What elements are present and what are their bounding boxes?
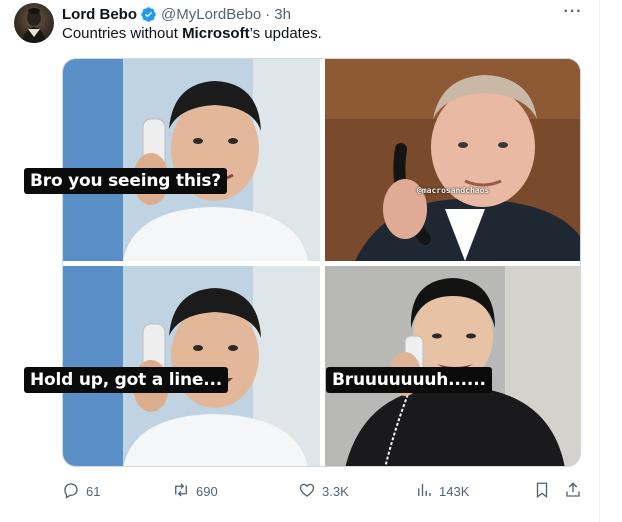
- verified-badge-icon[interactable]: [140, 6, 157, 23]
- meme-caption: Bro you seeing this?: [24, 168, 227, 194]
- share-button[interactable]: [564, 478, 588, 504]
- action-bar: 61 690 3.3K 143K: [62, 478, 582, 504]
- timestamp[interactable]: 3h: [274, 6, 291, 23]
- post-text-bold: Microsoft: [182, 25, 250, 42]
- bookmark-button[interactable]: [533, 478, 557, 504]
- meme-caption: Bruuuuuuuh......: [326, 367, 492, 393]
- repost-button[interactable]: 690: [172, 478, 218, 504]
- views-button[interactable]: 143K: [415, 478, 469, 504]
- reply-button[interactable]: 61: [62, 478, 100, 504]
- more-icon[interactable]: ···: [561, 2, 585, 22]
- views-icon: [415, 481, 439, 502]
- handle[interactable]: @MyLordBebo: [161, 6, 261, 23]
- repost-icon: [172, 481, 196, 502]
- meme-caption: Hold up, got a line...: [24, 367, 229, 393]
- display-name[interactable]: Lord Bebo: [62, 6, 137, 23]
- separator: ·: [265, 5, 271, 23]
- reply-icon: [62, 481, 86, 502]
- media-grid[interactable]: [62, 58, 581, 467]
- like-count: 3.3K: [322, 483, 349, 499]
- post-header: Lord Bebo @MyLordBebo · 3h: [62, 4, 291, 24]
- media-image-2[interactable]: [325, 59, 580, 261]
- like-icon: [298, 481, 322, 502]
- reply-count: 61: [86, 483, 101, 499]
- media-image-1[interactable]: [63, 59, 320, 261]
- post-text-part: ’s updates.: [249, 25, 322, 42]
- share-icon: [564, 481, 588, 502]
- repost-count: 690: [196, 483, 218, 499]
- tweet-card[interactable]: Lord Bebo @MyLordBebo · 3h ··· Countries…: [0, 0, 600, 522]
- bookmark-icon: [533, 481, 557, 502]
- like-button[interactable]: 3.3K: [298, 478, 349, 504]
- post-text-part: Countries without: [62, 25, 183, 42]
- post-text: Countries without Microsoft’s updates.: [62, 25, 322, 42]
- image-watermark: @macrosandchaos: [417, 186, 490, 195]
- views-count: 143K: [439, 483, 470, 499]
- avatar[interactable]: [14, 3, 54, 43]
